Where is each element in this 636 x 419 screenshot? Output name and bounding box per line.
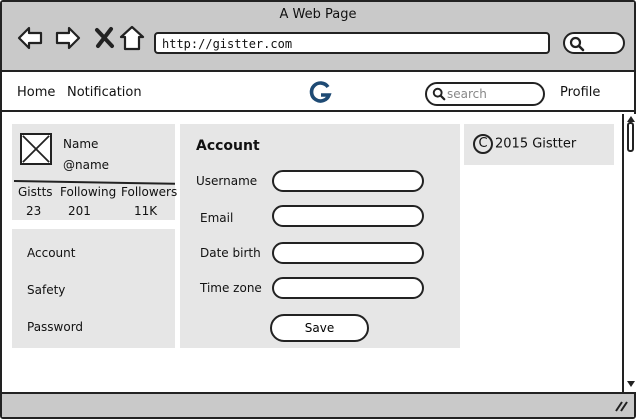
browser-toolbar: A Web Page http://gistter.com bbox=[2, 2, 634, 72]
stop-close-icon[interactable] bbox=[92, 24, 120, 52]
stat-value-followers: 11K bbox=[134, 204, 158, 218]
username-label: Username bbox=[196, 174, 258, 188]
stat-label-following: Following bbox=[60, 185, 117, 199]
copyright-icon: C bbox=[473, 134, 493, 154]
vertical-scrollbar[interactable] bbox=[622, 114, 636, 392]
gistter-logo-icon[interactable] bbox=[308, 80, 332, 106]
copyright-notice: C 2015 Gistter bbox=[473, 134, 576, 154]
profile-handle: @name bbox=[63, 158, 110, 172]
date-birth-field[interactable] bbox=[272, 242, 424, 264]
profile-name: Name bbox=[63, 137, 99, 151]
stat-value-gistts: 23 bbox=[26, 204, 42, 218]
home-icon[interactable] bbox=[118, 24, 146, 52]
settings-menu-item-password[interactable]: Password bbox=[27, 320, 83, 334]
window-title: A Web Page bbox=[279, 7, 357, 22]
site-search-box[interactable] bbox=[425, 82, 545, 106]
copyright-text: 2015 Gistter bbox=[495, 136, 577, 152]
settings-menu-item-safety[interactable]: Safety bbox=[27, 283, 65, 297]
address-bar[interactable]: http://gistter.com bbox=[154, 32, 550, 54]
stat-label-gistts: Gistts bbox=[18, 185, 53, 199]
settings-menu-item-account[interactable]: Account bbox=[27, 246, 75, 260]
resize-grip-icon[interactable] bbox=[614, 400, 628, 412]
scrollbar-thumb[interactable] bbox=[627, 122, 634, 152]
account-form-title: Account bbox=[196, 138, 260, 154]
forward-arrow-icon[interactable] bbox=[54, 24, 82, 52]
browser-search-box[interactable] bbox=[563, 32, 625, 54]
nav-home-link[interactable]: Home bbox=[17, 85, 55, 100]
search-icon bbox=[569, 36, 585, 52]
time-zone-label: Time zone bbox=[200, 281, 262, 295]
username-field[interactable] bbox=[272, 170, 424, 192]
scroll-down-arrow-icon[interactable] bbox=[626, 380, 636, 388]
date-birth-label: Date birth bbox=[200, 246, 261, 260]
back-arrow-icon[interactable] bbox=[16, 24, 44, 52]
stat-value-following: 201 bbox=[68, 204, 91, 218]
nav-profile-link[interactable]: Profile bbox=[560, 85, 600, 100]
save-button[interactable]: Save bbox=[270, 314, 369, 342]
time-zone-field[interactable] bbox=[272, 277, 424, 299]
status-bar bbox=[2, 392, 634, 417]
search-icon bbox=[432, 87, 446, 101]
avatar-image-placeholder-icon[interactable] bbox=[20, 133, 52, 165]
stat-label-followers: Followers bbox=[121, 185, 178, 199]
site-search-input[interactable] bbox=[447, 86, 539, 102]
email-field[interactable] bbox=[272, 205, 424, 227]
email-label: Email bbox=[200, 211, 234, 225]
nav-notification-link[interactable]: Notification bbox=[67, 85, 142, 100]
browser-window: A Web Page http://gistter.com Home Notif… bbox=[0, 0, 636, 419]
